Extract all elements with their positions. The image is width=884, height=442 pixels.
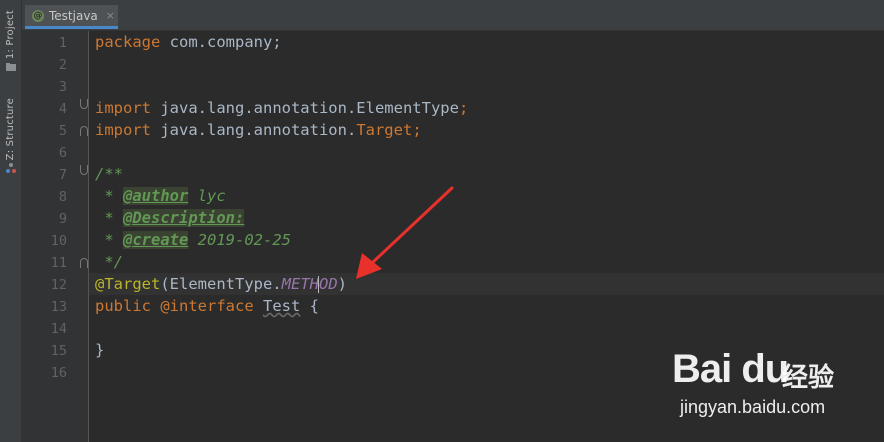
code-text: java.lang.annotation. xyxy=(151,121,357,139)
code-text: } xyxy=(95,341,105,359)
structure-tool-label: Z: Structure xyxy=(5,98,16,161)
fold-marker[interactable] xyxy=(80,165,88,175)
tool-window-strip: 1: Project Z: Structure xyxy=(0,0,22,442)
doc-comment: * xyxy=(95,209,123,227)
keyword: import xyxy=(95,121,151,139)
line-number: 4 xyxy=(58,101,67,117)
code-line-12: @Target(ElementType.METHOD) xyxy=(95,273,347,295)
baidu-watermark: Bai du 经验 jingyan.baidu.com xyxy=(672,345,872,425)
project-tool-label: 1: Project xyxy=(5,10,16,60)
code-line-5: import java.lang.annotation.Target; xyxy=(95,119,422,141)
keyword: import xyxy=(95,99,151,117)
code-line-9: * @Description: xyxy=(95,207,245,229)
line-number: 2 xyxy=(58,57,67,73)
annotation-type-icon: @ xyxy=(32,9,44,22)
code-text: { xyxy=(300,297,319,315)
code-text: com.company; xyxy=(160,33,282,51)
watermark-brand: Bai du xyxy=(672,347,789,391)
project-tool-button[interactable]: 1: Project xyxy=(0,10,21,72)
semicolon: ; xyxy=(412,121,422,139)
fold-marker[interactable] xyxy=(80,258,88,268)
line-number: 3 xyxy=(58,79,67,95)
line-number: 16 xyxy=(50,365,67,381)
doc-comment: */ xyxy=(95,253,123,271)
code-line-15: } xyxy=(95,339,104,361)
doc-comment: * xyxy=(95,231,123,249)
code-line-4: import java.lang.annotation.ElementType; xyxy=(95,97,468,119)
class-name: Target xyxy=(356,121,413,139)
line-number: 12 xyxy=(50,277,67,293)
editor-tab-bar: @ Testjava × xyxy=(22,0,884,31)
watermark-cn: 经验 xyxy=(782,363,835,393)
doc-tag: @create xyxy=(123,231,189,249)
keyword: package xyxy=(95,33,161,51)
code-line-8: * @author lyc xyxy=(95,185,226,207)
line-number: 1 xyxy=(58,35,67,51)
doc-tag: @Description: xyxy=(123,209,245,227)
enum-constant: OD xyxy=(318,275,338,293)
close-icon[interactable]: × xyxy=(106,9,115,22)
code-line-13: public @interface Test { xyxy=(95,295,319,317)
doc-comment: lyc xyxy=(188,187,226,205)
doc-comment: 2019-02-25 xyxy=(188,231,291,249)
semicolon: ; xyxy=(458,99,469,117)
line-number: 7 xyxy=(58,167,67,183)
line-number: 10 xyxy=(50,233,67,249)
code-text: java.lang.annotation.ElementType xyxy=(151,99,459,117)
line-number: 8 xyxy=(58,189,67,205)
line-number: 11 xyxy=(50,255,67,271)
doc-tag: @author xyxy=(123,187,189,205)
code-line-1: package com.company; xyxy=(95,31,282,53)
fold-marker[interactable] xyxy=(80,126,88,136)
doc-comment: * xyxy=(95,187,123,205)
line-number: 6 xyxy=(58,145,67,161)
tab-label: Testjava xyxy=(49,8,98,23)
unused-identifier: Test xyxy=(263,297,301,315)
ide-window: 1: Project Z: Structure @ Testjava × 1 2… xyxy=(0,0,884,442)
structure-icon xyxy=(5,163,16,174)
watermark-url: jingyan.baidu.com xyxy=(680,397,826,417)
folder-icon xyxy=(5,63,16,72)
keyword: @interface xyxy=(151,297,254,315)
fold-marker[interactable] xyxy=(80,99,88,109)
enum-constant: METH xyxy=(281,275,319,293)
keyword: public xyxy=(95,297,151,315)
doc-comment: /** xyxy=(95,165,123,183)
code-line-10: * @create 2019-02-25 xyxy=(95,229,291,251)
code-text: (ElementType. xyxy=(160,275,282,293)
line-number: 14 xyxy=(50,321,67,337)
code-line-11: */ xyxy=(95,251,123,273)
line-number: 9 xyxy=(58,211,67,227)
code-text: ) xyxy=(337,275,347,293)
tab-testjava[interactable]: @ Testjava × xyxy=(25,5,118,29)
line-number: 13 xyxy=(50,299,67,315)
line-number: 5 xyxy=(58,123,67,139)
code-line-7: /** xyxy=(95,163,123,185)
annotation: @Target xyxy=(95,275,161,293)
line-number-gutter: 1 2 3 4 5 6 7 8 9 10 11 12 13 14 15 16 xyxy=(22,31,89,442)
structure-tool-button[interactable]: Z: Structure xyxy=(0,98,21,174)
line-number: 15 xyxy=(50,343,67,359)
